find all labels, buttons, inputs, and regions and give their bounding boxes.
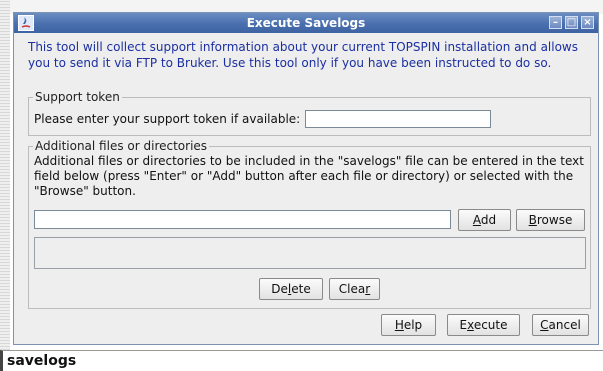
help-button[interactable]: Help <box>381 314 436 336</box>
close-icon[interactable]: × <box>581 16 594 29</box>
support-token-input[interactable] <box>305 110 491 128</box>
maximize-icon[interactable]: □ <box>565 16 578 29</box>
delete-button[interactable]: Delete <box>259 278 323 300</box>
intro-text: This tool will collect support informati… <box>28 40 578 70</box>
support-token-legend: Support token <box>33 90 122 104</box>
execute-button[interactable]: Execute <box>447 314 520 336</box>
execute-savelogs-dialog: Execute Savelogs – □ × This tool will co… <box>13 12 599 345</box>
additional-files-group: Additional files or directories Addition… <box>28 139 591 309</box>
support-token-group: Support token Please enter your support … <box>28 90 591 136</box>
minimize-icon[interactable]: – <box>549 16 562 29</box>
background-strip <box>0 0 10 350</box>
additional-files-description: Additional files or directories to be in… <box>34 154 584 198</box>
support-token-label: Please enter your support token if avail… <box>34 112 301 126</box>
clear-button[interactable]: Clear <box>329 278 380 300</box>
cancel-button[interactable]: Cancel <box>532 314 589 336</box>
add-button[interactable]: Add <box>458 209 511 231</box>
window-title: Execute Savelogs <box>246 16 366 30</box>
browse-button[interactable]: Browse <box>516 209 585 231</box>
window-caption: savelogs <box>0 350 603 371</box>
files-list[interactable] <box>34 237 586 269</box>
additional-files-legend: Additional files or directories <box>33 139 210 153</box>
title-bar[interactable]: Execute Savelogs – □ × <box>14 13 598 33</box>
path-input[interactable] <box>34 210 451 229</box>
